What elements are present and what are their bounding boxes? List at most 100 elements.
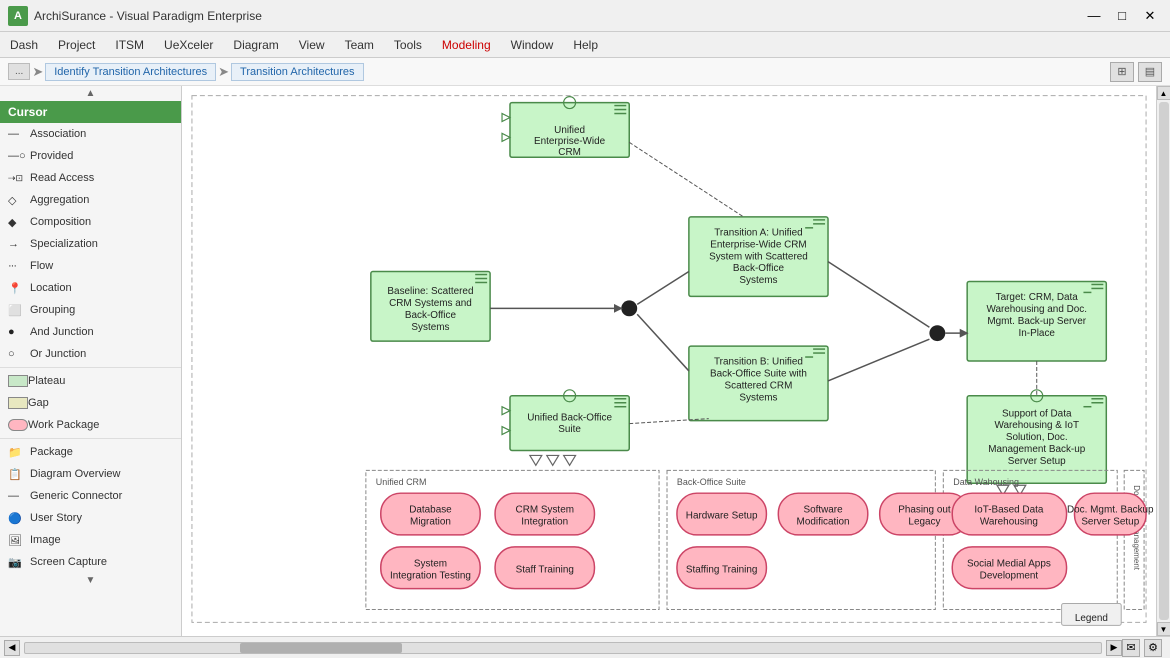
tool-image[interactable]: 🖼 Image <box>0 529 181 551</box>
wp-database-migration[interactable]: Database Migration <box>381 493 480 535</box>
generic-connector-icon: — <box>8 490 30 502</box>
screen-capture-icon: 📷 <box>8 556 30 569</box>
menu-uexceler[interactable]: UeXceler <box>154 35 223 55</box>
tool-plateau[interactable]: Plateau <box>0 370 181 392</box>
tool-and-junction[interactable]: ● And Junction <box>0 321 181 343</box>
maximize-button[interactable]: □ <box>1110 6 1134 26</box>
scroll-right-btn[interactable]: ▶ <box>1106 640 1122 656</box>
settings-icon[interactable]: ⚙ <box>1144 639 1162 657</box>
plateau-icon <box>8 375 28 387</box>
wp-crm-system-integration[interactable]: CRM System Integration <box>495 493 594 535</box>
tool-user-story[interactable]: 🔵 User Story <box>0 507 181 529</box>
aggregation-icon: ◇ <box>8 194 30 207</box>
wp-iot-data-warehousing[interactable]: IoT-Based Data Warehousing <box>952 493 1066 535</box>
left-panel: ▲ Cursor — Association —○ Provided ⇢⊡ Re… <box>0 86 182 636</box>
menu-modeling[interactable]: Modeling <box>432 35 501 55</box>
layout-icon[interactable]: ▤ <box>1138 62 1162 82</box>
tool-generic-connector[interactable]: — Generic Connector <box>0 485 181 507</box>
image-icon: 🖼 <box>8 534 30 547</box>
scroll-down-btn[interactable]: ▼ <box>1157 622 1170 636</box>
tool-work-package[interactable]: Work Package <box>0 414 181 436</box>
tool-package[interactable]: 📁 Package <box>0 441 181 463</box>
tool-flow[interactable]: ··· Flow <box>0 255 181 277</box>
panel-header: Cursor <box>0 101 181 123</box>
breadcrumb-dots[interactable]: ... <box>8 63 30 80</box>
menu-window[interactable]: Window <box>501 35 564 55</box>
menu-diagram[interactable]: Diagram <box>223 35 288 55</box>
tool-or-junction[interactable]: ○ Or Junction <box>0 343 181 365</box>
svg-text:Warehousing & IoT: Warehousing & IoT <box>994 420 1079 431</box>
tool-screen-capture[interactable]: 📷 Screen Capture <box>0 551 181 573</box>
menu-itsm[interactable]: ITSM <box>105 35 154 55</box>
tool-read-access[interactable]: ⇢⊡ Read Access <box>0 167 181 189</box>
read-access-icon: ⇢⊡ <box>8 173 30 184</box>
node-unified-crm[interactable]: Unified Enterprise-Wide CRM <box>502 97 629 158</box>
breadcrumb-transition[interactable]: Transition Architectures <box>231 63 364 81</box>
tool-provided[interactable]: —○ Provided <box>0 145 181 167</box>
legend-label[interactable]: Legend <box>1075 613 1108 624</box>
wp-social-media-apps[interactable]: Social Medial Apps Development <box>952 547 1066 589</box>
svg-text:Server Setup: Server Setup <box>1081 517 1139 528</box>
menu-help[interactable]: Help <box>563 35 608 55</box>
node-unified-back-office[interactable]: Unified Back-Office Suite <box>502 390 629 451</box>
tool-grouping[interactable]: ⬜ Grouping <box>0 299 181 321</box>
menu-team[interactable]: Team <box>335 35 384 55</box>
svg-text:Solution, Doc.: Solution, Doc. <box>1006 432 1068 443</box>
composition-icon: ◆ <box>8 216 30 229</box>
svg-text:Systems: Systems <box>411 322 449 333</box>
envelope-icon[interactable]: ✉ <box>1122 639 1140 657</box>
svg-text:Unified: Unified <box>554 125 585 136</box>
menu-project[interactable]: Project <box>48 35 105 55</box>
close-button[interactable]: ✕ <box>1138 6 1162 26</box>
svg-text:In-Place: In-Place <box>1019 328 1056 339</box>
breadcrumb-identify[interactable]: Identify Transition Architectures <box>45 63 216 81</box>
svg-text:CRM Systems and: CRM Systems and <box>389 298 472 309</box>
and-junction-left <box>621 300 637 316</box>
tool-diagram-overview[interactable]: 📋 Diagram Overview <box>0 463 181 485</box>
wp-staffing-training[interactable]: Staffing Training <box>677 547 766 589</box>
divider-1 <box>0 367 181 368</box>
node-transition-b[interactable]: Transition B: Unified Back-Office Suite … <box>689 346 828 421</box>
wp-staff-training[interactable]: Staff Training <box>495 547 594 589</box>
tool-location[interactable]: 📍 Location <box>0 277 181 299</box>
node-transition-a[interactable]: Transition A: Unified Enterprise-Wide CR… <box>689 217 828 297</box>
wp-hardware-setup[interactable]: Hardware Setup <box>677 493 766 535</box>
tool-aggregation[interactable]: ◇ Aggregation <box>0 189 181 211</box>
svg-text:Migration: Migration <box>410 517 451 528</box>
scroll-down[interactable]: ▼ <box>0 573 181 588</box>
right-scrollbar[interactable]: ▲ ▼ <box>1156 86 1170 636</box>
wp-doc-mgmt-backup[interactable]: Doc. Mgmt. Backup Server Setup <box>1067 493 1154 535</box>
or-junction-icon: ○ <box>8 348 30 360</box>
grid-icon[interactable]: ⊞ <box>1110 62 1134 82</box>
svg-text:Unified Back-Office: Unified Back-Office <box>527 412 612 423</box>
canvas-area: Show Sample Open Reference Unified <box>182 86 1156 636</box>
work-package-icon <box>8 419 28 431</box>
svg-text:Integration Testing: Integration Testing <box>390 570 471 581</box>
menu-view[interactable]: View <box>289 35 335 55</box>
diagram-overview-icon: 📋 <box>8 468 30 481</box>
svg-text:Back-Office: Back-Office <box>405 310 457 321</box>
minimize-button[interactable]: — <box>1082 6 1106 26</box>
horizontal-scrollbar[interactable] <box>24 642 1102 654</box>
svg-text:Warehousing and Doc.: Warehousing and Doc. <box>986 304 1087 315</box>
menu-dash[interactable]: Dash <box>0 35 48 55</box>
flow-icon: ··· <box>8 260 30 272</box>
node-baseline[interactable]: Baseline: Scattered CRM Systems and Back… <box>371 272 490 342</box>
wp-software-modification[interactable]: Software Modification <box>778 493 867 535</box>
scroll-left-btn[interactable]: ◀ <box>4 640 20 656</box>
tool-specialization[interactable]: → Specialization <box>0 233 181 255</box>
node-target[interactable]: Target: CRM, Data Warehousing and Doc. M… <box>967 281 1106 361</box>
bottom-bar: ◀ ▶ ✉ ⚙ <box>0 636 1170 658</box>
wp-system-integration-testing[interactable]: System Integration Testing <box>381 547 480 589</box>
scroll-up-btn[interactable]: ▲ <box>1157 86 1170 100</box>
tool-gap[interactable]: Gap <box>0 392 181 414</box>
node-support[interactable]: Support of Data Warehousing & IoT Soluti… <box>967 390 1106 483</box>
svg-text:Baseline: Scattered: Baseline: Scattered <box>387 286 473 297</box>
scroll-up[interactable]: ▲ <box>0 86 181 101</box>
svg-text:Database: Database <box>409 505 452 516</box>
svg-text:Enterprise-Wide CRM: Enterprise-Wide CRM <box>710 239 806 250</box>
tool-association[interactable]: — Association <box>0 123 181 145</box>
svg-text:Legacy: Legacy <box>908 517 940 528</box>
menu-tools[interactable]: Tools <box>384 35 432 55</box>
tool-composition[interactable]: ◆ Composition <box>0 211 181 233</box>
